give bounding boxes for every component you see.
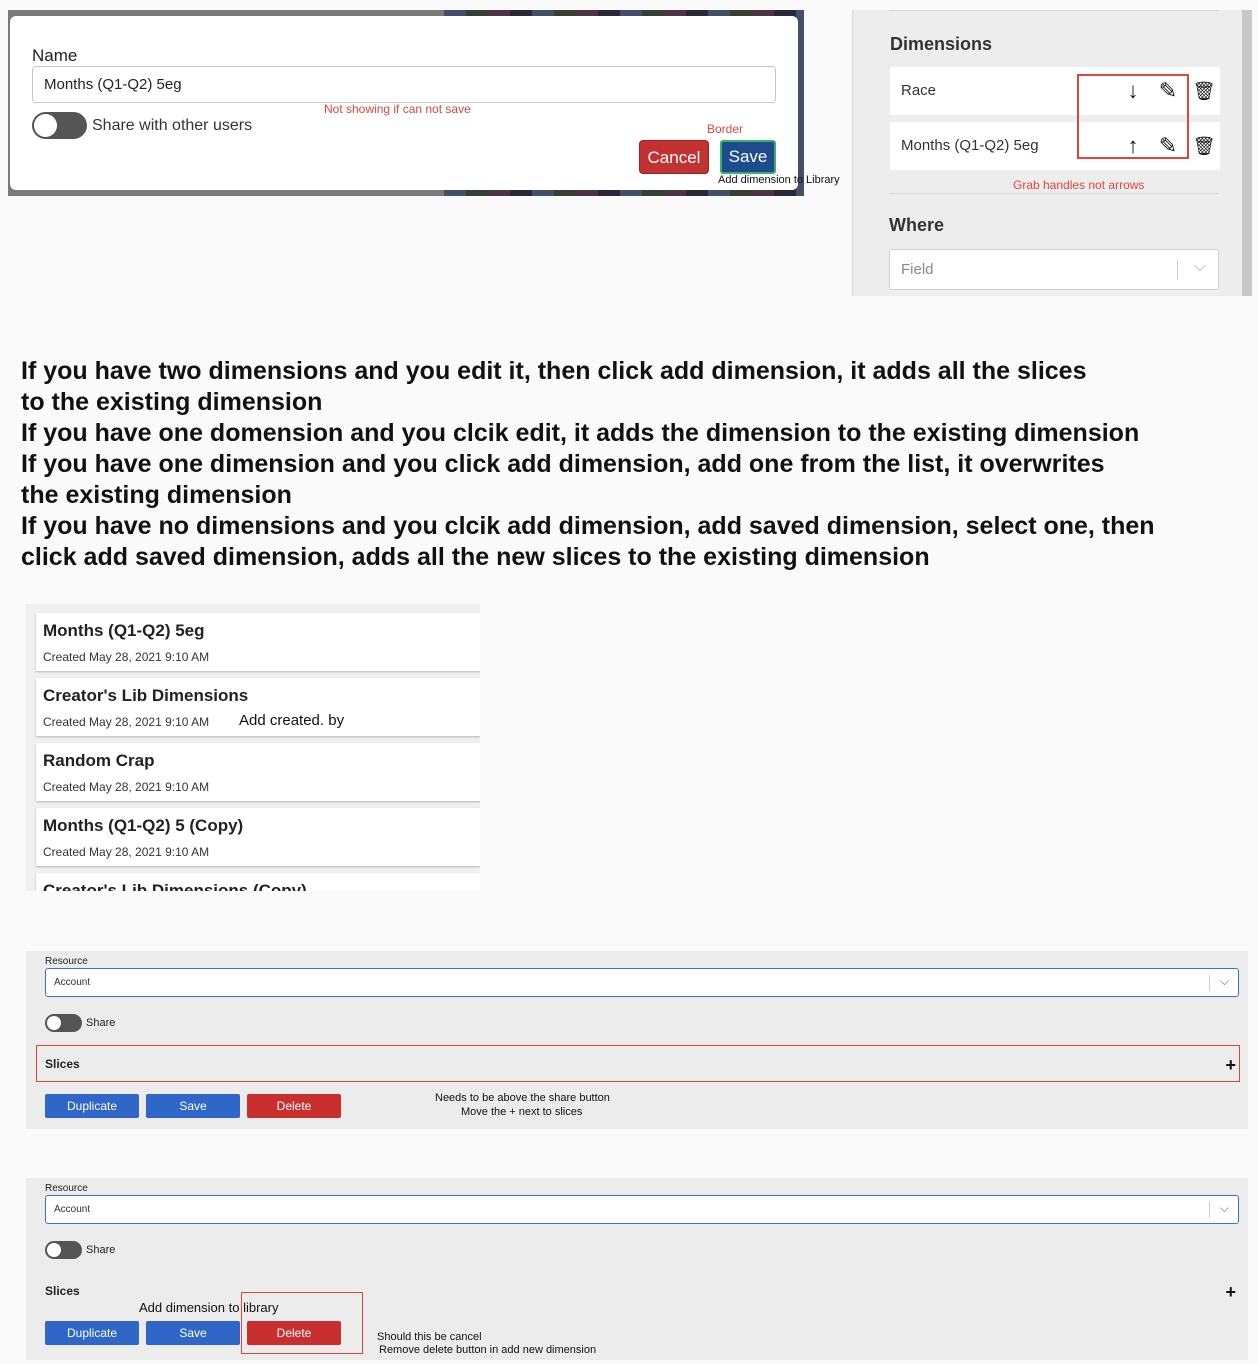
share-toggle[interactable] [32,112,87,139]
share-toggle[interactable] [45,1241,82,1259]
resource-value: Account [54,977,91,988]
dimension-label: Months (Q1-Q2) 5eg [901,137,1039,154]
resource-select[interactable]: Account ⌵ [45,1195,1239,1224]
duplicate-button[interactable]: Duplicate [45,1094,139,1118]
bug-notes: If you have two dimensions and you edit … [21,356,1241,573]
item-title: Months (Q1-Q2) 5eg [43,621,205,640]
cancel-button[interactable]: Cancel [639,140,709,174]
list-item[interactable]: Months (Q1-Q2) 5 (Copy) Created May 28, … [36,808,480,866]
duplicate-button[interactable]: Duplicate [45,1321,139,1345]
list-item[interactable]: Months (Q1-Q2) 5eg Created May 28, 2021 … [36,613,480,671]
save-button[interactable]: Save [720,140,776,174]
resource-panel: Resource Account ⌵ Share Slices + Duplic… [26,951,1248,1129]
annotation-box-arrows [1077,74,1189,159]
resource-label: Resource [45,956,88,967]
share-label: Share [86,1017,116,1029]
saved-dimensions-list: Months (Q1-Q2) 5eg Created May 28, 2021 … [26,604,480,891]
note-line: If you have two dimensions and you edit … [21,357,1087,416]
item-title: Creator's Lib Dimensions (Copy) [43,881,307,891]
annotation-grab-handles: Grab handles not arrows [1013,178,1145,192]
dimensions-title: Dimensions [890,34,993,54]
divider [889,10,1219,11]
item-date: Created May 28, 2021 9:10 AM [43,845,210,859]
item-date: Created May 28, 2021 9:10 AM [43,650,210,664]
item-title: Random Crap [43,751,155,770]
select-separator [1209,975,1210,991]
annotation-border: Border [707,122,744,136]
chevron-down-icon[interactable]: ⌵ [1220,974,1229,989]
item-date: Created May 28, 2021 9:10 AM [43,780,210,794]
annotation-note: Needs to be above the share button [435,1092,610,1104]
select-separator [1177,260,1178,280]
scrollbar[interactable] [1242,10,1252,296]
annotation-not-showing: Not showing if can not save [324,102,471,116]
list-item[interactable]: Creator's Lib Dimensions (Copy) [36,873,480,891]
item-title: Months (Q1-Q2) 5 (Copy) [43,816,244,835]
select-separator [1209,1202,1210,1218]
chevron-down-icon[interactable]: ⌵ [1194,258,1206,276]
annotation-box-slices [36,1045,1240,1082]
name-label: Name [32,46,78,65]
delete-button[interactable]: Delete [247,1094,341,1118]
toggle-knob [34,114,57,137]
where-field-select[interactable]: Field ⌵ [889,249,1219,290]
item-date: Created May 28, 2021 9:10 AM [43,715,210,729]
list-item[interactable]: Creator's Lib Dimensions Created May 28,… [36,678,480,736]
annotation-box-delete [241,1292,363,1354]
annotation-note: Remove delete button in add new dimensio… [379,1344,597,1356]
save-button[interactable]: Save [146,1321,240,1345]
annotation-note: Should this be cancel [377,1331,482,1343]
note-line: If you have one domension and you clcik … [21,419,1140,447]
note-line: If you have one dimension and you click … [21,450,1105,509]
dimension-label: Race [901,82,937,99]
slices-label: Slices [45,1284,80,1298]
annotation-created-by: Add created. by [239,712,345,729]
save-button[interactable]: Save [146,1094,240,1118]
item-title: Creator's Lib Dimensions [43,686,249,705]
list-item[interactable]: Random Crap Created May 28, 2021 9:10 AM [36,743,480,801]
chevron-down-icon[interactable]: ⌵ [1220,1201,1229,1216]
add-slice-button[interactable]: + [1225,1282,1236,1303]
resource-value: Account [54,1204,91,1215]
where-placeholder: Field [901,261,934,278]
trash-icon[interactable]: 🗑 [1192,79,1216,103]
where-title: Where [889,215,945,235]
note-line: If you have no dimensions and you clcik … [21,512,1155,571]
share-label: Share with other users [92,117,253,134]
divider [889,193,1219,194]
share-toggle[interactable] [45,1014,82,1032]
toggle-knob [47,1243,61,1257]
resource-select[interactable]: Account ⌵ [45,968,1239,997]
trash-icon[interactable]: 🗑 [1192,134,1216,158]
annotation-note: Move the + next to slices [461,1106,583,1118]
name-dialog: Name Months (Q1-Q2) 5eg Not showing if c… [10,16,798,190]
annotation-add-library: Add dimension to Library [718,174,840,186]
name-dialog-overlay: Name Months (Q1-Q2) 5eg Not showing if c… [8,10,804,196]
name-input[interactable]: Months (Q1-Q2) 5eg [32,66,776,103]
share-label: Share [86,1244,116,1256]
resource-panel: Resource Account ⌵ Share Slices + Add di… [26,1178,1248,1360]
resource-label: Resource [45,1183,88,1194]
toggle-knob [47,1016,61,1030]
